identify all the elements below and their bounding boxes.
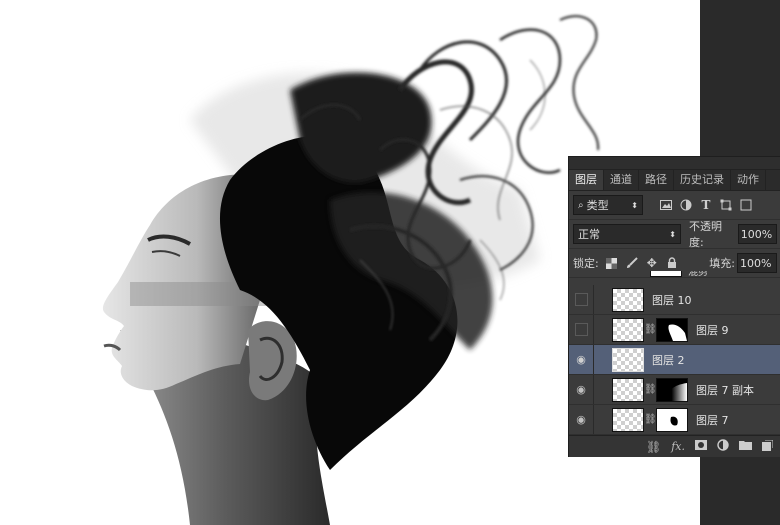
layer-name: 图层 10 (652, 293, 692, 307)
hidden-eye-icon (574, 323, 588, 336)
visibility-toggle[interactable]: ◉ (569, 413, 593, 426)
layer-row[interactable]: ⛓ 图层 9 (569, 315, 780, 345)
lock-all-icon[interactable] (665, 256, 679, 270)
search-icon: ⌕ (578, 199, 584, 211)
eye-icon: ◉ (576, 353, 586, 366)
fill-value: 100% (740, 256, 772, 270)
lock-image-brush-icon[interactable] (625, 256, 639, 270)
fill-label: 填充: (709, 257, 735, 270)
shape-filter-icon[interactable] (719, 198, 733, 212)
adjustment-filter-icon[interactable] (679, 198, 693, 212)
tab-layers[interactable]: 图层 (569, 170, 604, 190)
mask-icon[interactable] (695, 440, 707, 453)
layer-thumbnail (612, 347, 644, 372)
visibility-toggle[interactable] (569, 293, 593, 306)
layer-name: 图层 2 (652, 353, 685, 367)
layers-panel[interactable]: 图层 通道 路径 历史记录 动作 ⌕ 类型 ⬍ T 正常 ⬍ 不透明度: 100… (568, 156, 780, 457)
layer-mask-thumbnail[interactable] (656, 377, 688, 402)
layer-row[interactable]: ◉ ⛓ 图层 7 副本 (569, 375, 780, 405)
chain-link-icon[interactable]: ⛓ (644, 414, 657, 425)
new-layer-icon[interactable] (762, 439, 774, 454)
layer-name: 图层 9 (696, 323, 729, 337)
tab-paths[interactable]: 路径 (639, 170, 674, 190)
layer-list[interactable]: 混剪 图层 10 ⛓ 图层 9 ◉ 图层 2 ◉ ⛓ 图层 7 副本 ◉ ⛓ 图… (569, 271, 780, 435)
type-filter-icon[interactable]: T (699, 198, 713, 212)
layer-thumbnail (650, 271, 682, 277)
filter-kind-label: 类型 (586, 199, 609, 212)
hidden-eye-icon (574, 293, 588, 306)
lock-transparent-icon[interactable] (605, 256, 619, 270)
panel-tabs: 图层 通道 路径 历史记录 动作 (569, 170, 780, 191)
lock-position-move-icon[interactable]: ✥ (645, 256, 659, 270)
filter-kind-select[interactable]: ⌕ 类型 ⬍ (573, 195, 643, 215)
visibility-toggle[interactable]: ◉ (569, 383, 593, 396)
blend-mode-value: 正常 (578, 228, 600, 241)
layer-name: 混剪 (688, 271, 708, 277)
layer-row-selected[interactable]: ◉ 图层 2 (569, 345, 780, 375)
link-icon[interactable]: ⛓ (646, 440, 661, 454)
panel-bottom-toolbar: ⛓ fx. (569, 435, 780, 457)
eye-icon: ◉ (576, 413, 586, 426)
layer-thumbnail (612, 317, 644, 342)
smart-object-filter-icon[interactable] (739, 198, 753, 212)
layer-thumbnail (612, 407, 644, 432)
layer-thumbnail (612, 377, 644, 402)
blend-mode-select[interactable]: 正常 ⬍ (573, 224, 681, 244)
tab-actions[interactable]: 动作 (731, 170, 766, 190)
chevron-updown-icon: ⬍ (669, 229, 676, 239)
layer-thumbnail (612, 287, 644, 312)
layer-row[interactable]: 图层 10 (569, 285, 780, 315)
panel-header-strip[interactable] (569, 157, 780, 170)
chain-link-icon[interactable]: ⛓ (644, 384, 657, 395)
chain-link-icon[interactable]: ⛓ (644, 324, 657, 335)
opacity-label: 不透明度: (688, 220, 722, 249)
fx-icon[interactable]: fx. (671, 440, 685, 453)
eye-icon: ◉ (576, 383, 586, 396)
tab-history[interactable]: 历史记录 (674, 170, 731, 190)
visibility-toggle[interactable]: ◉ (569, 353, 593, 366)
lock-label: 锁定: (573, 257, 599, 270)
filter-row: ⌕ 类型 ⬍ T (569, 191, 780, 220)
fill-field[interactable]: 100% (737, 253, 777, 273)
layer-name: 图层 7 副本 (696, 383, 754, 397)
adjustment-icon[interactable] (717, 439, 729, 454)
tab-channels[interactable]: 通道 (604, 170, 639, 190)
blend-row: 正常 ⬍ 不透明度: 100% (569, 220, 780, 249)
layer-row[interactable]: ◉ ⛓ 图层 7 (569, 405, 780, 435)
opacity-field[interactable]: 100% (737, 224, 777, 244)
folder-icon[interactable] (739, 440, 752, 453)
visibility-toggle[interactable] (569, 323, 593, 336)
layer-name: 图层 7 (696, 413, 729, 427)
image-filter-icon[interactable] (659, 198, 673, 212)
chevron-updown-icon: ⬍ (631, 200, 638, 210)
partial-layer-row[interactable]: 混剪 (569, 271, 780, 277)
opacity-value: 100% (740, 227, 773, 241)
layer-mask-thumbnail[interactable] (656, 407, 688, 432)
layer-mask-thumbnail[interactable] (656, 317, 688, 342)
